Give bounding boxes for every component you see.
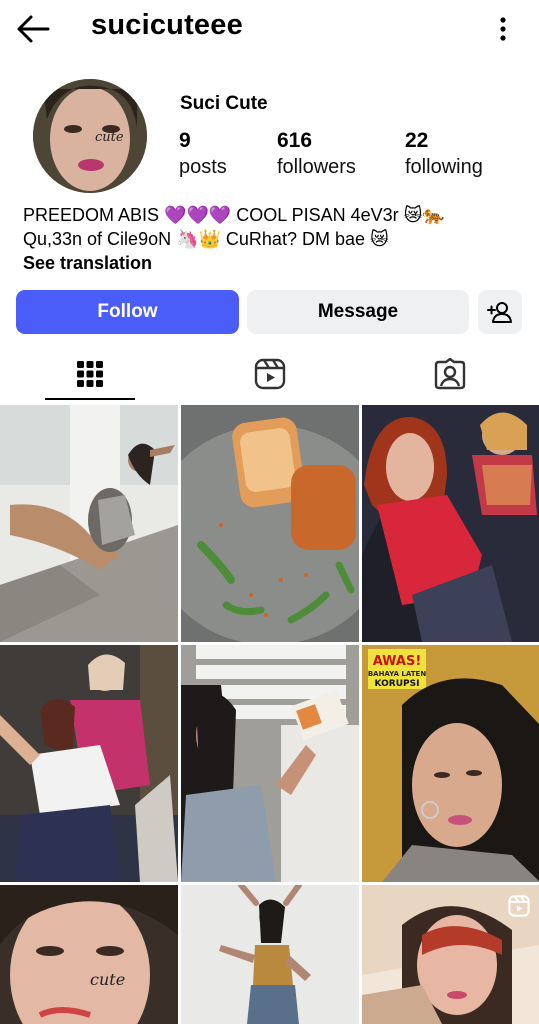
message-button[interactable]: Message — [247, 290, 469, 334]
sign-text-2: BAHAYA LATEN — [368, 670, 427, 678]
posts-count[interactable]: 9 posts — [179, 128, 227, 180]
stat-value: 616 — [277, 129, 313, 152]
stat-value: 22 — [405, 129, 429, 152]
tab-tagged[interactable] — [360, 345, 539, 402]
add-user-icon — [487, 302, 512, 323]
stat-label: posts — [179, 156, 227, 178]
sign-text-3: KORUPSI — [375, 679, 420, 689]
tagged-user-icon — [434, 357, 465, 389]
profile-bio: PREEDOM ABIS 💜💜💜 COOL PISAN 4eV3r 😿🐅 Qu,… — [23, 203, 523, 275]
arrow-left-icon[interactable] — [14, 12, 54, 46]
followers-count[interactable]: 616 followers — [277, 128, 356, 180]
profile-full-name: Suci Cute — [180, 93, 268, 114]
post-thumbnail[interactable]: AWAS! BAHAYA LATEN KORUPSI — [362, 645, 539, 882]
top-bar: sucicuteee — [0, 0, 539, 58]
stat-label: followers — [277, 156, 356, 178]
stat-label: following — [405, 156, 483, 178]
face-text: cute — [90, 970, 125, 989]
post-thumbnail[interactable] — [0, 405, 178, 642]
tab-reels[interactable] — [180, 345, 359, 402]
avatar[interactable]: cute — [33, 79, 147, 193]
post-thumbnail[interactable] — [362, 405, 539, 642]
post-thumbnail[interactable] — [181, 885, 359, 1024]
posts-grid: AWAS! BAHAYA LATEN KORUPSI cute — [0, 405, 539, 1024]
add-user-button[interactable] — [478, 290, 522, 334]
post-thumbnail[interactable] — [181, 645, 359, 882]
post-thumbnail[interactable] — [181, 405, 359, 642]
see-translation-link[interactable]: See translation — [23, 251, 523, 275]
avatar-face-text: cute — [95, 130, 124, 145]
bio-line-2: Qu,33n of Cile9oN 🦄👑 CuRhat? DM bae 😿 — [23, 229, 389, 249]
post-thumbnail[interactable]: cute — [0, 885, 178, 1024]
follow-button[interactable]: Follow — [16, 290, 239, 334]
post-thumbnail[interactable] — [0, 645, 178, 882]
grid-icon — [76, 360, 103, 387]
profile-tabs — [0, 345, 539, 403]
more-vertical-icon[interactable] — [497, 14, 509, 44]
sign-text-1: AWAS! — [373, 654, 422, 669]
profile-username: sucicuteee — [91, 9, 243, 41]
tab-posts-grid[interactable] — [0, 345, 179, 402]
stat-value: 9 — [179, 129, 191, 152]
reel-icon — [508, 895, 530, 922]
post-thumbnail[interactable] — [362, 885, 539, 1024]
following-count[interactable]: 22 following — [405, 128, 483, 180]
bio-line-1: PREEDOM ABIS 💜💜💜 COOL PISAN 4eV3r 😿🐅 — [23, 205, 445, 225]
reels-icon — [254, 358, 285, 389]
